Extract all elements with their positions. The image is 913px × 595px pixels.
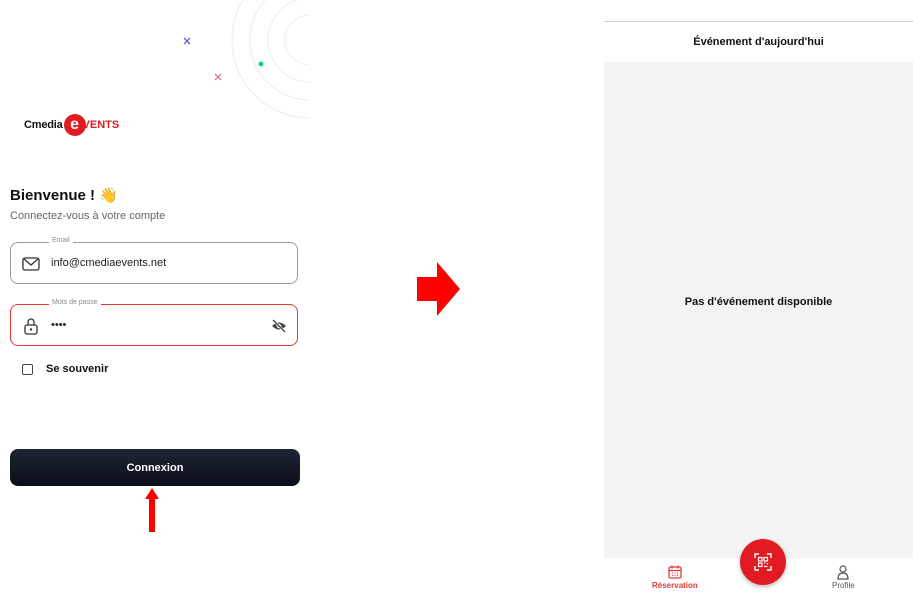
decorative-circles (183, 0, 310, 119)
events-content-area: Pas d'événement disponible (604, 62, 913, 558)
person-icon (837, 565, 849, 580)
remember-checkbox[interactable] (22, 363, 33, 375)
remember-me[interactable]: Se souvenir (22, 363, 108, 375)
password-field[interactable]: Mots de passe •••• (10, 299, 298, 346)
email-field[interactable]: Email info@cmediaevents.net (10, 237, 298, 284)
connexion-button[interactable]: Connexion (10, 449, 300, 486)
waving-hand-icon: 👋 (99, 187, 118, 204)
welcome-text: Bienvenue ! (10, 187, 96, 204)
logo-suffix: VENTS (82, 119, 120, 131)
arrow-up-icon (145, 488, 159, 532)
arrow-right-icon (417, 262, 460, 316)
password-value: •••• (51, 319, 67, 331)
eye-off-icon[interactable] (271, 319, 287, 333)
mail-icon (22, 257, 40, 271)
cmedia-events-logo: Cmedia e VENTS (24, 110, 119, 140)
welcome-heading: Bienvenue ! 👋 (10, 186, 118, 204)
calendar-icon (668, 565, 682, 579)
email-value: info@cmediaevents.net (51, 257, 167, 269)
logo-prefix: Cmedia (24, 119, 63, 131)
qr-scan-icon (754, 553, 772, 571)
remember-label: Se souvenir (46, 363, 109, 375)
lock-icon (24, 318, 38, 335)
events-screen: Événement d'aujourd'hui Pas d'événement … (604, 0, 913, 595)
events-header-title: Événement d'aujourd'hui (693, 36, 824, 48)
empty-events-message: Pas d'événement disponible (684, 296, 833, 308)
password-label: Mots de passe (49, 299, 101, 306)
email-label: Email (49, 237, 73, 244)
nav-profile-label: Profile (832, 581, 855, 590)
nav-profile[interactable]: Profile (832, 564, 855, 590)
nav-reservation[interactable]: Réservation (652, 564, 698, 590)
scan-fab-button[interactable] (740, 539, 786, 585)
login-subtitle: Connectez-vous à votre compte (10, 210, 166, 222)
nav-reservation-label: Réservation (652, 581, 698, 590)
